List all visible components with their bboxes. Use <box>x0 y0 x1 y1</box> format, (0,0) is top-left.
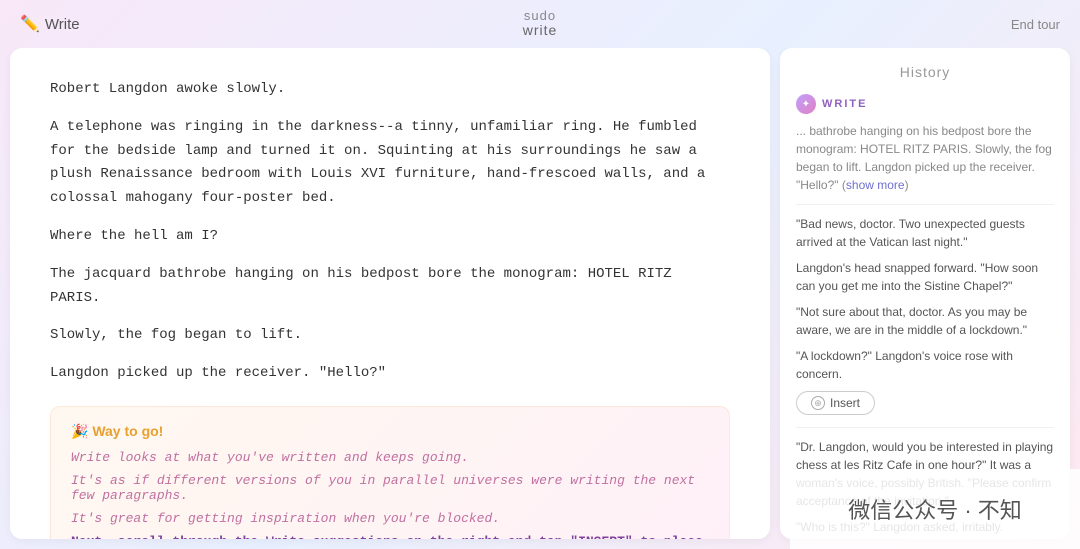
main-content: Robert Langdon awoke slowly. A telephone … <box>0 48 1080 549</box>
excerpt-text: ... bathrobe hanging on his bedpost bore… <box>796 124 1052 192</box>
history-paragraph: Langdon's head snapped forward. "How soo… <box>796 259 1054 295</box>
history-panel[interactable]: History ✦ WRITE ... bathrobe hanging on … <box>780 48 1070 539</box>
suggestion-line: It's great for getting inspiration when … <box>71 511 709 526</box>
topbar: ✏️ Write sudo write End tour <box>0 0 1080 48</box>
sudo-text: sudo <box>524 9 556 23</box>
history-excerpt: ... bathrobe hanging on his bedpost bore… <box>796 122 1054 194</box>
suggestion-line: It's as if different versions of you in … <box>71 473 709 503</box>
history-paragraph: "A lockdown?" Langdon's voice rose with … <box>796 347 1054 383</box>
insert-label-1: Insert <box>830 396 860 410</box>
app-logo: sudo write <box>523 9 558 39</box>
editor-panel[interactable]: Robert Langdon awoke slowly. A telephone … <box>10 48 770 539</box>
write-badge-icon: ✦ <box>796 94 816 114</box>
suggestion-lines: Write looks at what you've written and k… <box>71 450 709 526</box>
history-paragraph: "Who is this?" Langdon asked, irritably. <box>796 518 1054 536</box>
insert-button-1[interactable]: ⊕ Insert <box>796 391 875 415</box>
write-label: Write <box>45 16 80 33</box>
history-title: History <box>796 64 1054 80</box>
editor-paragraph: Langdon picked up the receiver. "Hello?" <box>50 362 730 386</box>
history-blocks-1: "Bad news, doctor. Two unexpected guests… <box>796 215 1054 383</box>
history-paragraph: "Not sure about that, doctor. As you may… <box>796 303 1054 339</box>
editor-paragraph: Robert Langdon awoke slowly. <box>50 78 730 102</box>
editor-paragraph: Slowly, the fog began to lift. <box>50 324 730 348</box>
suggestion-bold: Next, scroll through the Write suggestio… <box>71 534 709 539</box>
editor-paragraph: Where the hell am I? <box>50 225 730 249</box>
history-paragraph: "Dr. Langdon, would you be interested in… <box>796 438 1054 510</box>
editor-text: Robert Langdon awoke slowly. A telephone … <box>50 78 730 386</box>
write-badge: ✦ WRITE <box>796 94 1054 114</box>
end-tour-button[interactable]: End tour <box>1011 17 1060 32</box>
divider-1 <box>796 204 1054 205</box>
editor-paragraph: The jacquard bathrobe hanging on his bed… <box>50 263 730 311</box>
history-paragraph: "Bad news, doctor. Two unexpected guests… <box>796 215 1054 251</box>
write-text: write <box>523 23 558 38</box>
show-more-link[interactable]: show more <box>846 178 905 192</box>
pencil-icon: ✏️ <box>20 14 40 34</box>
suggestion-line: Write looks at what you've written and k… <box>71 450 709 465</box>
suggestion-title: 🎉 Way to go! <box>71 423 709 440</box>
history-blocks-2: "Dr. Langdon, would you be interested in… <box>796 438 1054 539</box>
write-badge-label: WRITE <box>822 98 867 110</box>
write-button[interactable]: ✏️ Write <box>20 14 80 34</box>
editor-paragraph: A telephone was ringing in the darkness-… <box>50 116 730 211</box>
suggestion-box: 🎉 Way to go! Write looks at what you've … <box>50 406 730 539</box>
insert-icon-1: ⊕ <box>811 396 825 410</box>
divider-2 <box>796 427 1054 428</box>
